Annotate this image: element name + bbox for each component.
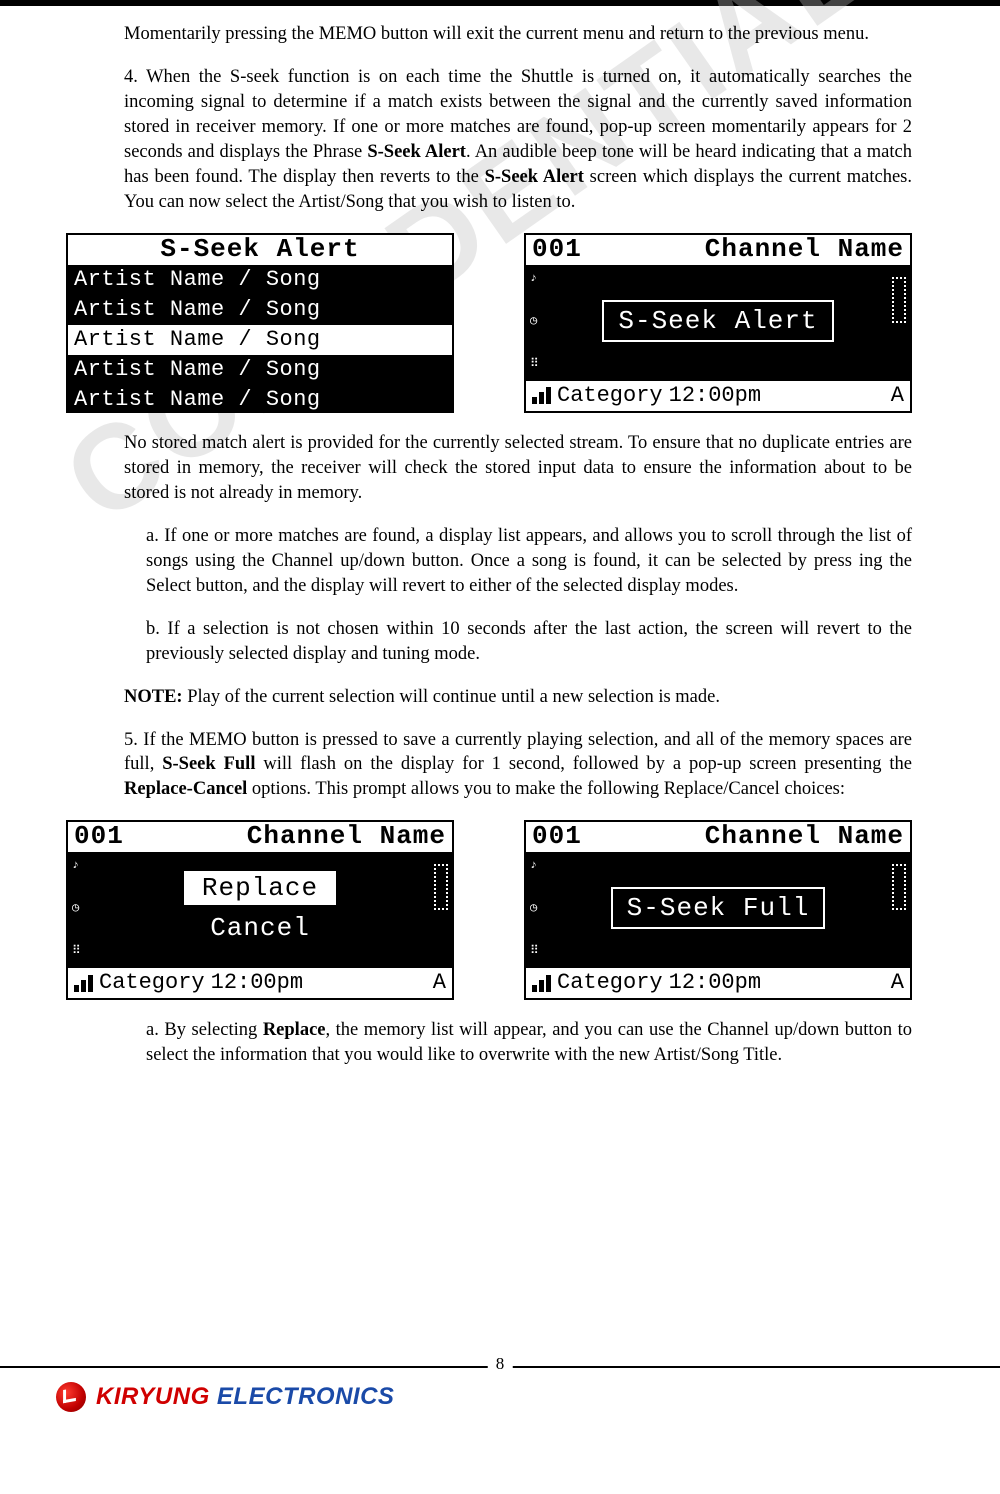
- right-scroll-icon: [892, 864, 906, 910]
- brand-electronics: ELECTRONICS: [210, 1383, 395, 1410]
- text: a. By selecting: [146, 1020, 263, 1040]
- brand-kiryung: KIRYUNG: [96, 1383, 210, 1410]
- antenna-label: A: [433, 968, 446, 998]
- kiryung-logo-icon: [56, 1382, 86, 1412]
- paragraph-4a: a. If one or more matches are found, a d…: [124, 524, 912, 599]
- category-label: Category: [99, 968, 205, 998]
- lcd-body: ♪ ◷ ⠿ S-Seek Alert: [526, 265, 910, 377]
- signal-icon: [74, 975, 93, 992]
- lcd-header: 001 Channel Name: [526, 235, 910, 265]
- left-icons: ♪ ◷ ⠿: [72, 858, 92, 958]
- paragraph-5a: a. By selecting Replace, the memory list…: [124, 1018, 912, 1068]
- category-label: Category: [557, 968, 663, 998]
- channel-number: 001: [74, 822, 124, 852]
- popup-label: S-Seek Alert: [602, 300, 833, 342]
- paragraph-memo-exit: Momentarily pressing the MEMO button wil…: [124, 22, 912, 47]
- lcd-row-1: S-Seek Alert Artist Name / Song Artist N…: [66, 233, 912, 413]
- list-item: Artist Name / Song: [68, 265, 452, 295]
- channel-name: Channel Name: [705, 235, 904, 265]
- time-label: 12:00pm: [669, 381, 761, 411]
- right-scroll-icon: [434, 864, 448, 910]
- dots-icon: ⠿: [530, 356, 550, 371]
- lcd-sseek-alert-list: S-Seek Alert Artist Name / Song Artist N…: [66, 233, 454, 413]
- channel-number: 001: [532, 235, 582, 265]
- list-item-selected: Artist Name / Song: [68, 325, 452, 355]
- dots-icon: ⠿: [530, 943, 550, 958]
- text: options. This prompt allows you to make …: [247, 779, 845, 799]
- paragraph-note: NOTE: Play of the current selection will…: [124, 685, 912, 710]
- antenna-label: A: [891, 968, 904, 998]
- option-replace: Replace: [184, 871, 336, 905]
- time-label: 12:00pm: [669, 968, 761, 998]
- time-label: 12:00pm: [211, 968, 303, 998]
- lcd-sseek-full: 001 Channel Name ♪ ◷ ⠿ S-Seek Full Categ…: [524, 820, 912, 1000]
- paragraph-4b: b. If a selection is not chosen within 1…: [124, 617, 912, 667]
- brand-text: KIRYUNG ELECTRONICS: [96, 1383, 394, 1411]
- list-item: Artist Name / Song: [68, 295, 452, 325]
- page-content: CONFIDENTIAL Momentarily pressing the ME…: [0, 6, 1000, 1426]
- lcd-replace-cancel: 001 Channel Name ♪ ◷ ⠿ Replace Cancel Ca…: [66, 820, 454, 1000]
- bold-s-seek-full: S-Seek Full: [162, 754, 255, 774]
- left-icons: ♪ ◷ ⠿: [530, 271, 550, 371]
- clock-icon: ◷: [530, 313, 550, 328]
- paragraph-no-stored-match: No stored match alert is provided for th…: [124, 431, 912, 506]
- bold-replace: Replace: [263, 1020, 326, 1040]
- channel-number: 001: [532, 822, 582, 852]
- bold-s-seek-alert: S-Seek Alert: [367, 142, 466, 162]
- lcd-footer: Category 12:00pm A: [526, 381, 910, 411]
- text: will flash on the display for 1 second, …: [255, 754, 912, 774]
- option-stack: Replace Cancel: [184, 871, 336, 945]
- category-label: Category: [557, 381, 663, 411]
- lcd-footer: Category 12:00pm A: [526, 968, 910, 998]
- note-icon: ♪: [72, 858, 92, 872]
- page-footer: 8 KIRYUNG ELECTRONICS: [0, 1366, 1000, 1426]
- left-icons: ♪ ◷ ⠿: [530, 858, 550, 958]
- antenna-label: A: [891, 381, 904, 411]
- brand-block: KIRYUNG ELECTRONICS: [56, 1382, 394, 1412]
- note-text: Play of the current selection will conti…: [183, 687, 720, 707]
- lcd-row-2: 001 Channel Name ♪ ◷ ⠿ Replace Cancel Ca…: [66, 820, 912, 1000]
- lcd-header: 001 Channel Name: [526, 822, 910, 852]
- note-icon: ♪: [530, 271, 550, 285]
- channel-name: Channel Name: [247, 822, 446, 852]
- right-scroll-icon: [892, 277, 906, 323]
- list-item: Artist Name / Song: [68, 385, 452, 413]
- paragraph-step-5: 5. If the MEMO button is pressed to save…: [124, 728, 912, 803]
- lcd-body: ♪ ◷ ⠿ Replace Cancel: [68, 852, 452, 964]
- signal-icon: [532, 387, 551, 404]
- lcd-footer: Category 12:00pm A: [68, 968, 452, 998]
- bold-replace-cancel: Replace-Cancel: [124, 779, 247, 799]
- lcd-header: 001 Channel Name: [68, 822, 452, 852]
- bold-s-seek-alert-2: S-Seek Alert: [485, 167, 584, 187]
- option-cancel: Cancel: [192, 911, 328, 945]
- paragraph-step-4: 4. When the S-seek function is on each t…: [124, 65, 912, 215]
- channel-name: Channel Name: [705, 822, 904, 852]
- clock-icon: ◷: [530, 900, 550, 915]
- page-number: 8: [488, 1354, 513, 1374]
- signal-icon: [532, 975, 551, 992]
- list-item: Artist Name / Song: [68, 355, 452, 385]
- popup-label: S-Seek Full: [611, 887, 826, 929]
- dots-icon: ⠿: [72, 943, 92, 958]
- note-icon: ♪: [530, 858, 550, 872]
- lcd-title: S-Seek Alert: [68, 235, 452, 265]
- clock-icon: ◷: [72, 900, 92, 915]
- lcd-sseek-alert-popup: 001 Channel Name ♪ ◷ ⠿ S-Seek Alert Cate…: [524, 233, 912, 413]
- note-label: NOTE:: [124, 687, 183, 707]
- lcd-body: ♪ ◷ ⠿ S-Seek Full: [526, 852, 910, 964]
